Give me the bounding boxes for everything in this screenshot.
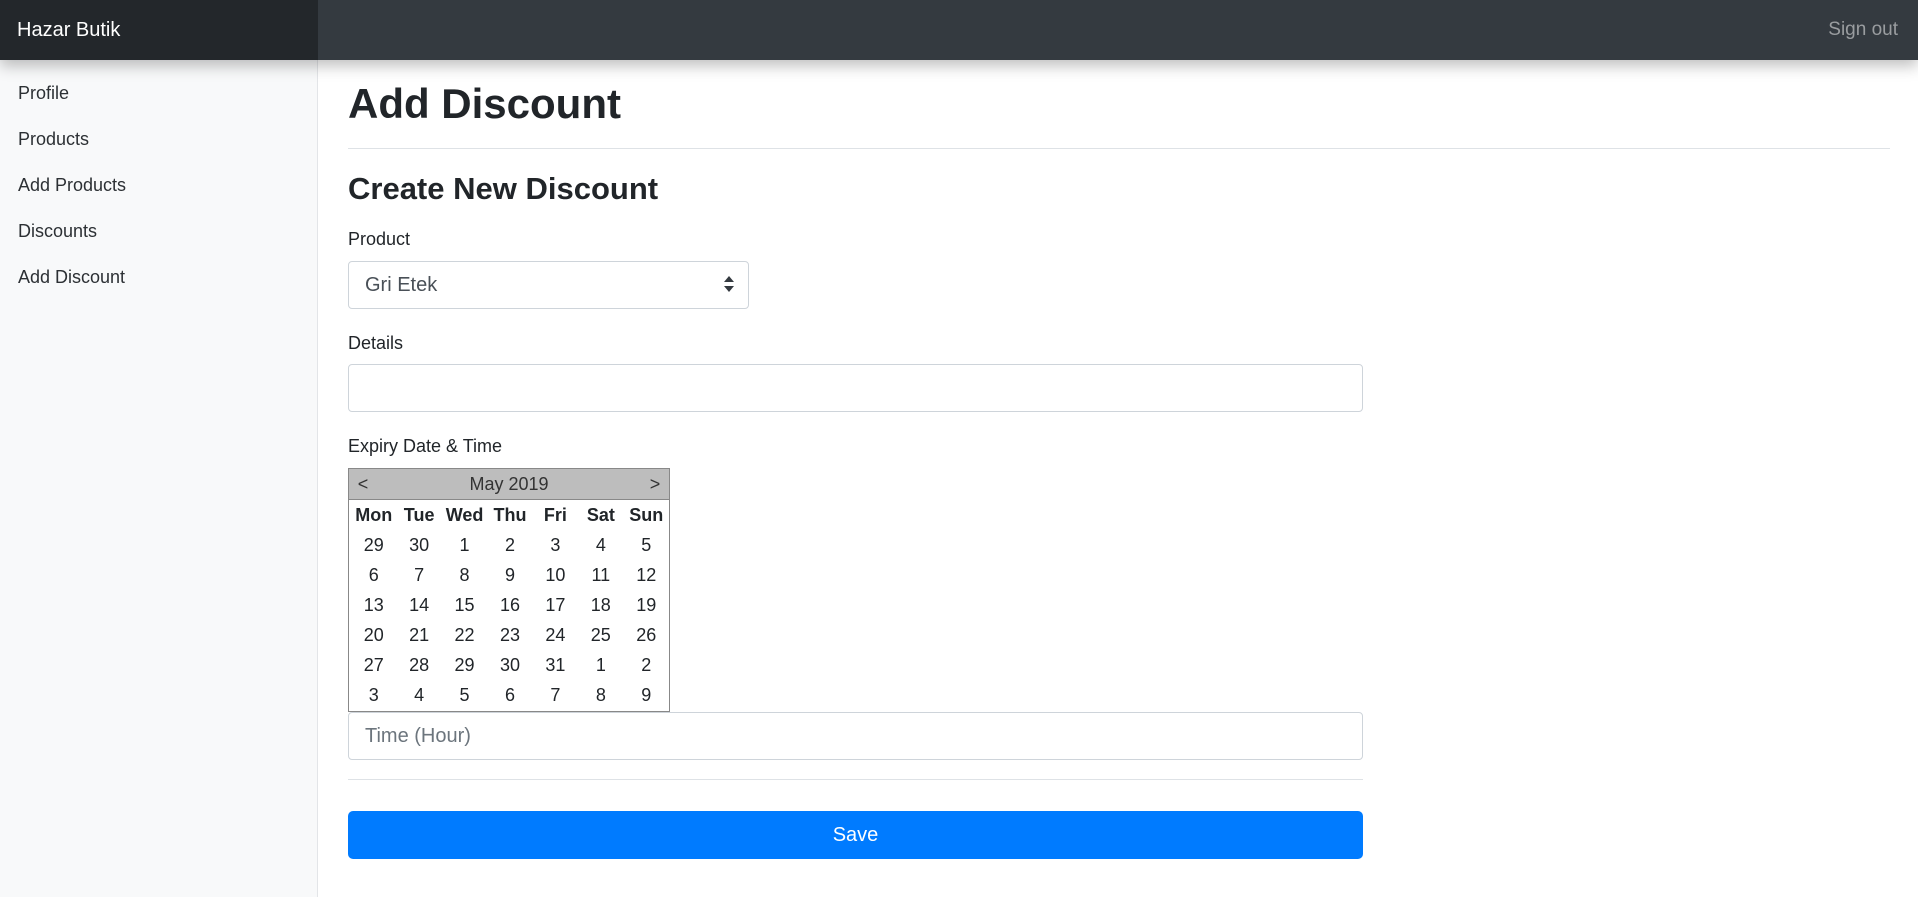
sidebar-item-profile[interactable]: Profile [0, 70, 317, 116]
select-arrows-icon [724, 276, 734, 294]
time-hour-input[interactable] [348, 712, 1363, 760]
prev-month-button[interactable]: < [351, 469, 375, 500]
date-picker-calendar: < May 2019 > Mon Tue Wed Thu Fri Sat Sun… [348, 468, 670, 712]
weekday-label: Wed [445, 504, 484, 525]
calendar-day[interactable]: 5 [624, 535, 669, 556]
calendar-days-grid: 29 30 1 2 3 4 5 6 7 8 9 10 11 12 13 14 15 16 17 18 19 20 21 22 2… [349, 530, 669, 710]
sidebar: Profile Products Add Products Discounts … [0, 60, 318, 897]
calendar-day[interactable]: 20 [351, 625, 396, 646]
calendar-day[interactable]: 2 [624, 655, 669, 676]
calendar-day[interactable]: 24 [533, 625, 578, 646]
calendar-day[interactable]: 30 [396, 535, 441, 556]
calendar-day[interactable]: 23 [487, 625, 532, 646]
calendar-day[interactable]: 17 [533, 595, 578, 616]
sidebar-item-discounts[interactable]: Discounts [0, 208, 317, 254]
weekday-label: Tue [403, 504, 435, 525]
calendar-day[interactable]: 5 [442, 685, 487, 706]
section-title: Create New Discount [348, 171, 659, 206]
calendar-day[interactable]: 7 [533, 685, 578, 706]
save-button[interactable]: Save [348, 811, 1363, 859]
weekday-label: Thu [493, 504, 527, 525]
details-label: Details [348, 333, 404, 353]
calendar-day[interactable]: 11 [578, 565, 623, 586]
calendar-day[interactable]: 29 [351, 535, 396, 556]
calendar-day[interactable]: 8 [442, 565, 487, 586]
next-month-button[interactable]: > [643, 469, 667, 500]
calendar-day[interactable]: 6 [351, 565, 396, 586]
calendar-day[interactable]: 28 [396, 655, 441, 676]
calendar-day[interactable]: 15 [442, 595, 487, 616]
product-select[interactable]: Gri Etek [348, 261, 749, 309]
calendar-day[interactable]: 10 [533, 565, 578, 586]
sidebar-nav: Profile Products Add Products Discounts … [0, 60, 317, 300]
calendar-week-row: 3456789 [349, 680, 669, 710]
product-label: Product [348, 229, 411, 249]
calendar-day[interactable]: 6 [487, 685, 532, 706]
page-title: Add Discount [348, 80, 621, 127]
brand-link[interactable]: Hazar Butik [0, 0, 318, 60]
calendar-day[interactable]: 30 [487, 655, 532, 676]
calendar-day[interactable]: 19 [624, 595, 669, 616]
calendar-day[interactable]: 9 [624, 685, 669, 706]
calendar-week-row: 6 7 8 9 10 11 12 [349, 560, 669, 590]
top-navbar: Hazar Butik Sign out [0, 0, 1918, 60]
form-divider [348, 779, 1363, 780]
weekday-label: Fri [543, 504, 567, 525]
calendar-day[interactable]: 27 [351, 655, 396, 676]
calendar-day[interactable]: 26 [624, 625, 669, 646]
calendar-week-row: 27 28 29 30 31 1 2 [349, 650, 669, 680]
calendar-day[interactable]: 25 [578, 625, 623, 646]
calendar-week-row: 20 21 22 23 24 25 26 [349, 620, 669, 650]
sidebar-item-add-products[interactable]: Add Products [0, 162, 317, 208]
sign-out-link[interactable]: Sign out [1828, 0, 1898, 60]
calendar-day[interactable]: 31 [533, 655, 578, 676]
sidebar-item-products[interactable]: Products [0, 116, 317, 162]
calendar-day[interactable]: 1 [578, 655, 623, 676]
calendar-day[interactable]: 9 [487, 565, 532, 586]
calendar-day[interactable]: 14 [396, 595, 441, 616]
details-input[interactable] [348, 364, 1363, 412]
expiry-label: Expiry Date & Time [348, 436, 503, 456]
calendar-day[interactable]: 3 [351, 685, 396, 706]
calendar-day[interactable]: 29 [442, 655, 487, 676]
calendar-day[interactable]: 4 [396, 685, 441, 706]
sidebar-item-add-discount[interactable]: Add Discount [0, 254, 317, 300]
calendar-day[interactable]: 22 [442, 625, 487, 646]
calendar-day[interactable]: 18 [578, 595, 623, 616]
calendar-week-row: 13 14 15 16 17 18 19 [349, 590, 669, 620]
calendar-day[interactable]: 1 [442, 535, 487, 556]
calendar-day[interactable]: 2 [487, 535, 532, 556]
calendar-day[interactable]: 8 [578, 685, 623, 706]
title-divider [348, 148, 1890, 149]
calendar-day[interactable]: 7 [396, 565, 441, 586]
calendar-day[interactable]: 4 [578, 535, 623, 556]
product-select-value: Gri Etek [365, 274, 438, 296]
calendar-day[interactable]: 13 [351, 595, 396, 616]
calendar-day[interactable]: 12 [624, 565, 669, 586]
calendar-day[interactable]: 3 [533, 535, 578, 556]
calendar-day[interactable]: 21 [396, 625, 441, 646]
calendar-week-row: 29 30 1 2 3 4 5 [349, 530, 669, 560]
calendar-month-label: May 2019 [469, 474, 549, 494]
calendar-day[interactable]: 16 [487, 595, 532, 616]
calendar-header: < May 2019 > [349, 469, 669, 500]
weekday-label: Mon [355, 504, 393, 525]
weekday-label: Sat [586, 504, 615, 525]
weekday-header-row: Mon Tue Wed Thu Fri Sat Sun [349, 500, 669, 530]
weekday-label: Sun [629, 504, 664, 525]
